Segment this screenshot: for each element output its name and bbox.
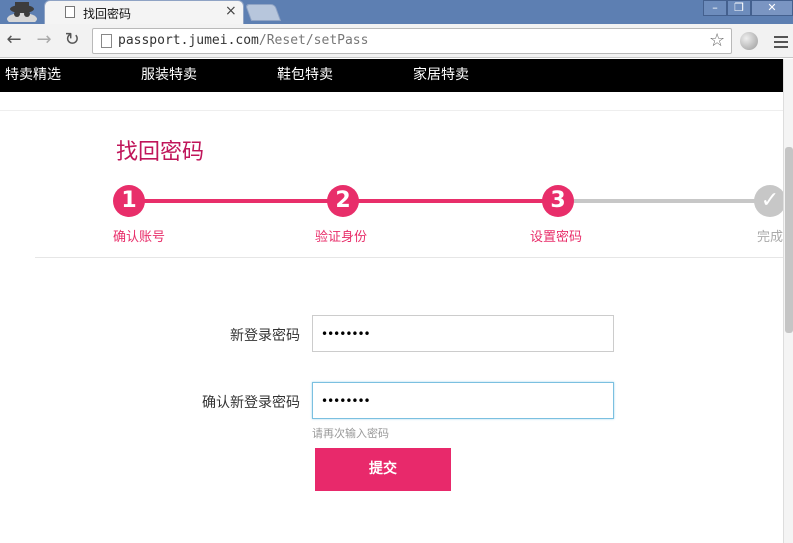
new-password-input[interactable] [312,315,614,352]
step-connector-1 [144,199,330,203]
reload-icon[interactable]: ↻ [62,30,82,50]
browser-window: 找回密码 × – ❐ ✕ ← → ↻ passport.jumei.com/Re… [0,0,793,543]
nav-item-home[interactable]: 家居特卖 [413,64,469,84]
nav-item-shoes-bags[interactable]: 鞋包特卖 [277,64,333,84]
step-1-label: 确认账号 [113,230,166,245]
back-icon[interactable]: ← [4,30,24,50]
nav-item-clothing[interactable]: 服装特卖 [141,64,197,84]
menu-icon[interactable] [774,36,788,51]
url-path: /Reset/setPass [258,33,369,48]
title-bar: 找回密码 × – ❐ ✕ [0,0,793,24]
step-4-label: 完成 [757,230,784,245]
main-content: 找回密码 1 2 3 ✓ 确认账号 验证身份 设置密码 完成 新登录密码 确认新… [0,92,786,543]
submit-button[interactable]: 提交 [315,448,451,491]
step-2-circle: 2 [327,185,359,217]
forward-icon[interactable]: → [34,30,54,50]
close-icon[interactable]: × [225,3,237,19]
step-2-label: 验证身份 [315,230,368,245]
page-title: 找回密码 [116,140,205,165]
globe-icon[interactable] [740,32,758,50]
incognito-icon [7,2,37,22]
check-icon: ✓ [754,185,786,217]
scrollbar[interactable] [783,59,793,543]
url-host: passport.jumei.com [118,33,259,48]
url-text[interactable]: passport.jumei.com/Reset/setPass [118,33,368,48]
confirm-password-hint: 请再次输入密码 [312,427,389,440]
window-close-button[interactable]: ✕ [751,0,793,16]
section-divider [35,257,783,258]
top-divider [0,110,783,111]
step-connector-3 [573,199,757,203]
confirm-password-input[interactable] [312,382,614,419]
step-3-circle: 3 [542,185,574,217]
tab-title: 找回密码 [83,7,132,21]
step-3-label: 设置密码 [530,230,583,245]
site-nav: 特卖精选 服装特卖 鞋包特卖 家居特卖 [0,59,793,92]
page-icon [65,6,75,18]
new-password-label: 新登录密码 [230,328,300,344]
scrollbar-thumb[interactable] [785,147,793,333]
browser-tab[interactable]: 找回密码 × [44,0,244,24]
new-tab-button[interactable] [244,4,282,21]
nav-item-featured[interactable]: 特卖精选 [5,64,61,84]
bookmark-star-icon[interactable]: ☆ [709,30,725,51]
minimize-button[interactable]: – [703,0,727,16]
step-connector-2 [358,199,546,203]
step-1-circle: 1 [113,185,145,217]
confirm-password-label: 确认新登录密码 [202,395,300,411]
browser-toolbar: ← → ↻ passport.jumei.com/Reset/setPass ☆ [0,24,793,58]
maximize-button[interactable]: ❐ [727,0,751,16]
address-bar[interactable]: passport.jumei.com/Reset/setPass ☆ [92,28,732,54]
page-icon [101,34,112,48]
